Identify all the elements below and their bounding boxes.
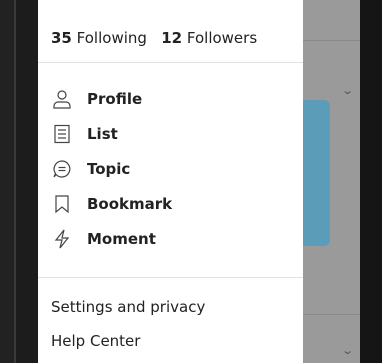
- chevron-down-icon[interactable]: ⌄: [341, 84, 354, 97]
- device-frame: ⌄ ⌄ 35 Following 12 Followers Profile Li…: [0, 0, 382, 363]
- backdrop-divider: [303, 314, 360, 315]
- settings-and-privacy-link[interactable]: Settings and privacy: [51, 298, 205, 316]
- menu-item-profile[interactable]: Profile: [51, 84, 291, 114]
- menu-item-topic[interactable]: Topic: [51, 154, 291, 184]
- divider: [38, 62, 303, 63]
- menu-item-label: Profile: [87, 90, 143, 108]
- device-bezel-left: [0, 0, 14, 363]
- lightning-icon: [51, 228, 73, 250]
- follow-stats: 35 Following 12 Followers: [51, 29, 257, 47]
- divider: [38, 277, 303, 278]
- backdrop-divider: [303, 40, 360, 41]
- backdrop-card: [303, 100, 330, 246]
- chevron-down-icon[interactable]: ⌄: [341, 344, 354, 357]
- following-count[interactable]: 35: [51, 29, 72, 47]
- menu-item-list[interactable]: List: [51, 119, 291, 149]
- followers-label[interactable]: Followers: [187, 29, 257, 47]
- topic-icon: [51, 158, 73, 180]
- menu-item-label: Bookmark: [87, 195, 173, 213]
- person-icon: [51, 88, 73, 110]
- menu-item-label: List: [87, 125, 118, 143]
- menu-item-moment[interactable]: Moment: [51, 224, 291, 254]
- device-bezel-right: [360, 0, 382, 363]
- device-bezel-edge: [14, 0, 16, 363]
- menu-item-label: Topic: [87, 160, 131, 178]
- menu-item-label: Moment: [87, 230, 156, 248]
- list-icon: [51, 123, 73, 145]
- bookmark-icon: [51, 193, 73, 215]
- menu-item-bookmark[interactable]: Bookmark: [51, 189, 291, 219]
- help-center-link[interactable]: Help Center: [51, 332, 140, 350]
- navigation-drawer: 35 Following 12 Followers Profile List T…: [38, 0, 303, 363]
- dimmed-timeline-backdrop[interactable]: ⌄ ⌄: [303, 0, 360, 363]
- followers-count[interactable]: 12: [161, 29, 182, 47]
- following-label[interactable]: Following: [77, 29, 147, 47]
